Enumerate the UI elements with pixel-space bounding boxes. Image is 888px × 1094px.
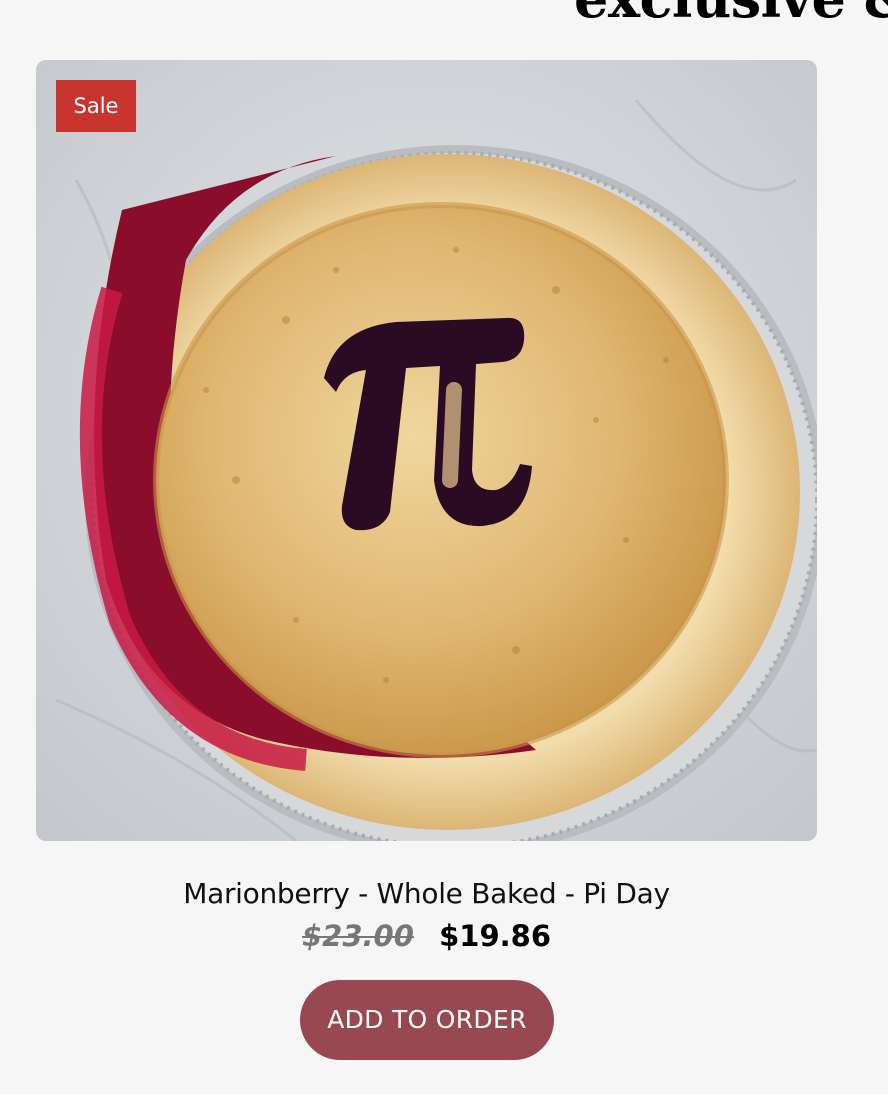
- product-title[interactable]: Marionberry - Whole Baked - Pi Day: [0, 874, 853, 914]
- price-row: $23.00 $19.86: [0, 914, 853, 958]
- section-heading: exclusive &: [574, 0, 888, 28]
- sale-price: $19.86: [439, 919, 552, 953]
- add-to-order-button[interactable]: ADD TO ORDER: [300, 980, 554, 1060]
- pie-with-pi-symbol-image: [36, 60, 817, 841]
- original-price: $23.00: [301, 919, 414, 953]
- sale-badge: Sale: [56, 80, 136, 132]
- product-image[interactable]: [36, 60, 817, 841]
